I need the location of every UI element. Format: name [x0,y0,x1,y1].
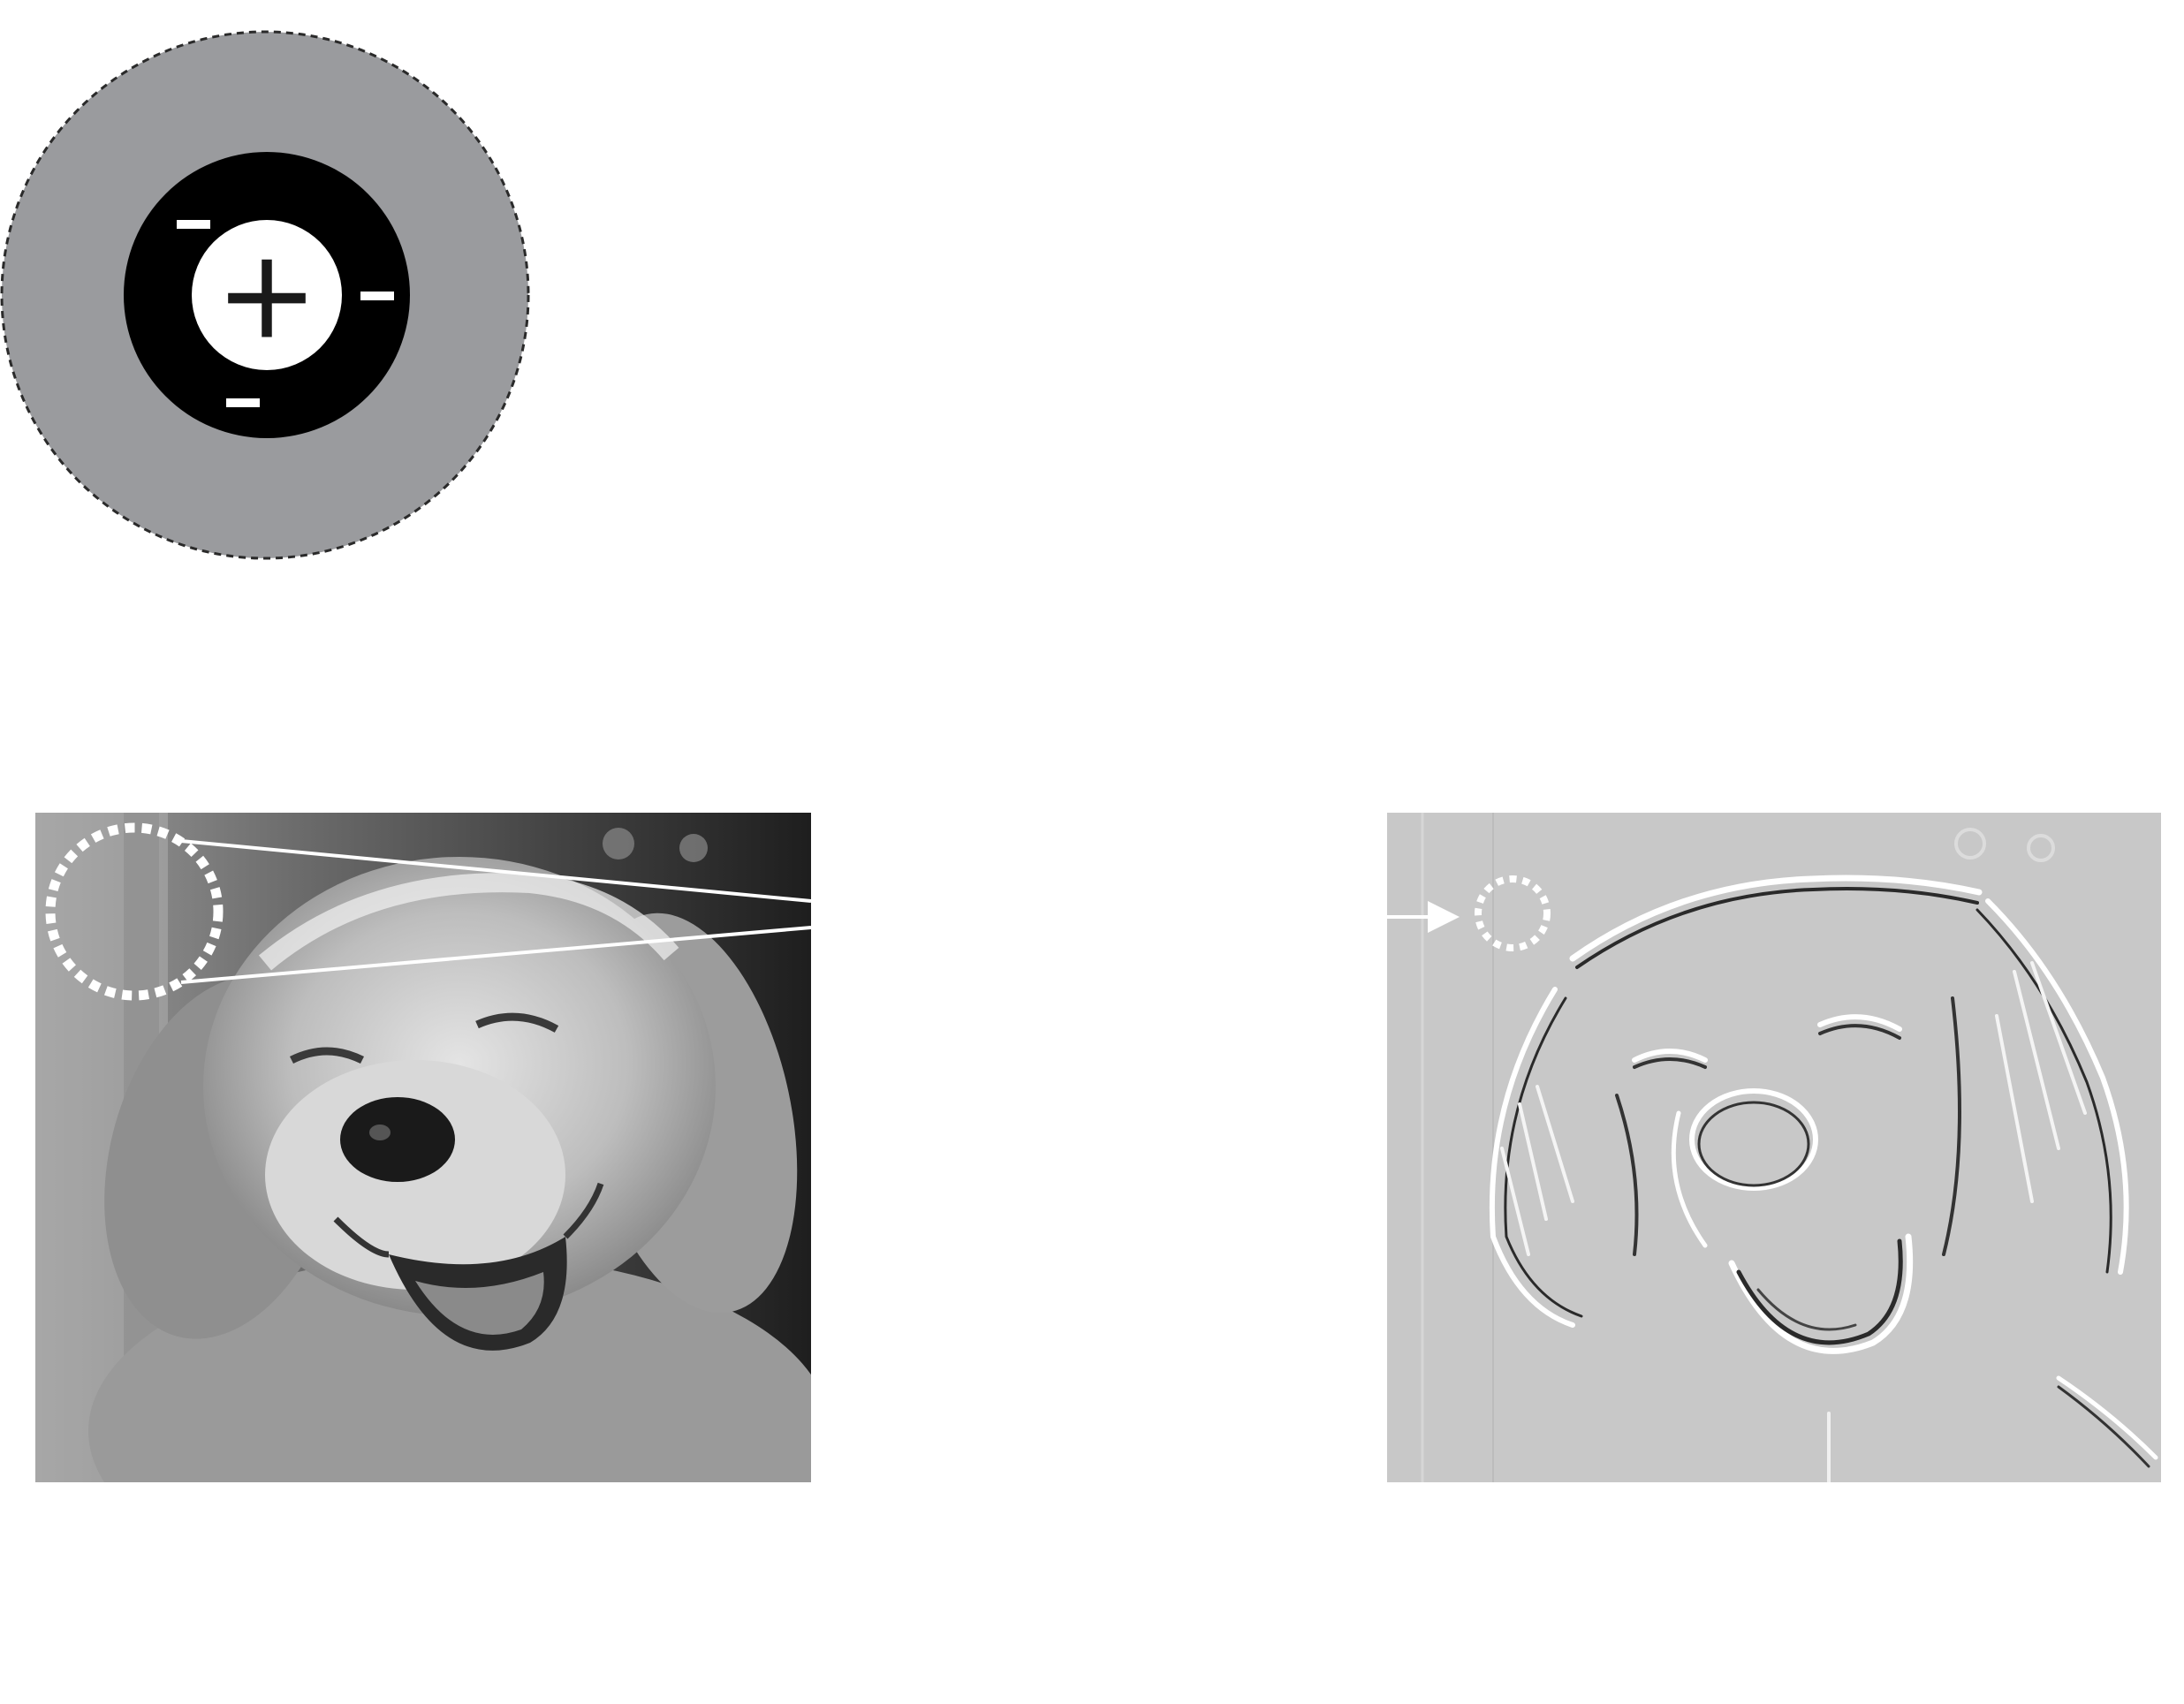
center-plus-sign: + [215,223,318,367]
surround-minus-sign [177,220,210,229]
surround-minus-sign [360,292,394,300]
filtered-edge-photo [1387,813,2161,1482]
input-dog-photo [35,813,811,1482]
receptive-field-diagram: + − − − [0,30,530,560]
center-surround-filter-figure: + − − − [0,30,2161,1482]
surround-minus-sign [226,398,260,407]
